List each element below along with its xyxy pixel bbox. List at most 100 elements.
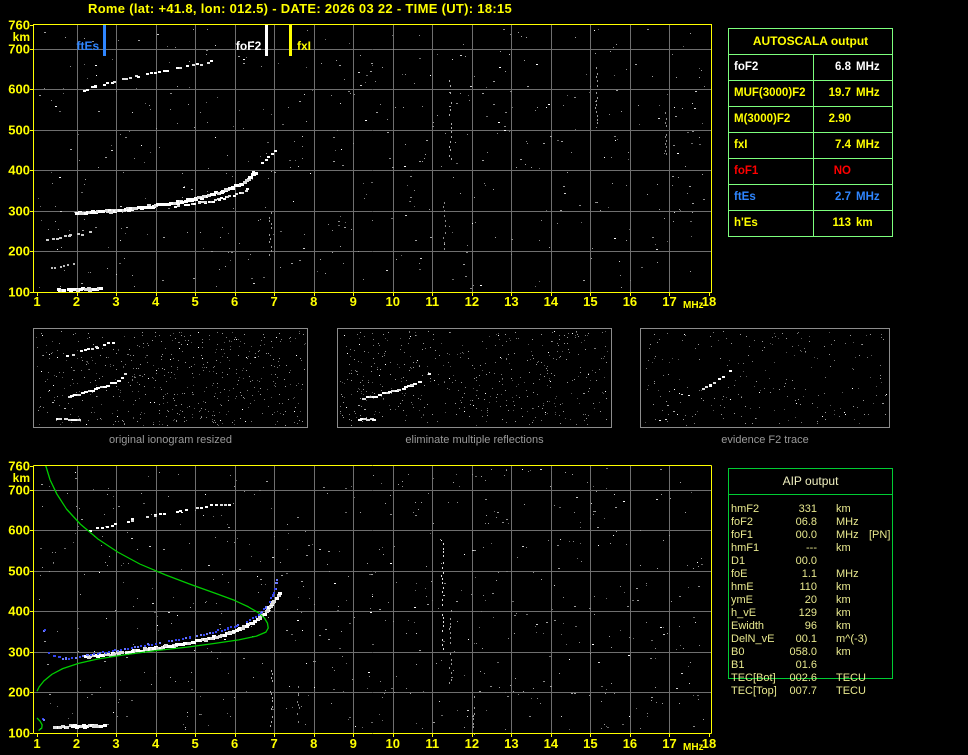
aip-row: hmF1 --- km [731,542,965,555]
x-axis-unit-label: MHz [683,300,704,311]
row-unit: MHz [856,191,880,203]
x-tick-label: 4 [151,736,160,751]
aip-row: TEC[Bot] 002.6 TECU [731,672,965,685]
x-tick-label: 6 [231,294,239,309]
x-tick-label: 16 [622,294,638,309]
row-value-cell: 113 km [814,211,892,236]
row-value: 00.1 [795,633,817,645]
x-tick-label: 9 [349,736,357,751]
processing-panel-2 [337,328,612,428]
x-tick-label: 18 [701,736,717,751]
y-tick-label: 500 [8,122,30,138]
x-tick-label: 13 [504,736,519,751]
x-tick-label: 17 [662,736,677,751]
x-tick-label: 9 [349,294,357,309]
autoscala-screen: Rome (lat: +41.8, lon: 012.5) - DATE: 20… [0,0,968,755]
y-tick-label: 500 [8,563,30,579]
row-unit: km [836,607,851,619]
row-unit: km [836,542,851,554]
row-label: hmF2 [731,503,760,515]
y-tick-label: 200 [8,684,30,700]
row-value: 331 [798,503,817,515]
autoscala-table-header: AUTOSCALA output [729,29,892,55]
x-tick-label: 10 [385,294,400,309]
row-label: Ewidth [731,620,765,632]
row-value: 20 [804,594,817,606]
row-label: h_vE [731,607,757,619]
row-extra: [PN] [869,529,891,541]
row-unit: km [836,581,851,593]
x-tick-label: 13 [504,294,519,309]
row-unit: MHz [836,516,859,528]
row-value: 1.1 [801,568,817,580]
row-unit [856,107,886,132]
x-tick-label: 2 [72,294,81,309]
aip-row: TEC[Top] 007.7 TECU [731,685,965,698]
row-unit: m^(-3) [836,633,868,645]
row-unit: MHz [836,529,859,541]
row-value: 113 [832,217,851,229]
aip-row: h_vE 129 km [731,607,965,620]
row-label: foF1 [731,529,754,541]
row-unit: km [836,620,851,632]
autoscala-output-table: AUTOSCALA output foF2 6.8 MHz MUF(3000)F2 19… [728,28,893,237]
table-row: h'Es 113 km [729,211,892,236]
row-unit: km [836,646,851,658]
x-tick-label: 3 [112,736,120,751]
row-label: foF2 [731,516,754,528]
row-value: 2.7 [835,191,851,203]
x-tick-label: 15 [583,294,598,309]
processing-panel-1 [33,328,308,428]
x-tick-label: 16 [622,736,638,751]
x-tick-label: 14 [543,294,559,309]
x-tick-label: 1 [33,294,41,309]
row-value: 96 [804,620,817,632]
aip-row: B0 058.0 km [731,646,965,659]
row-value-cell: 2.90 [814,107,892,132]
row-value: 06.8 [795,516,817,528]
aip-row: hmE 110 km [731,581,965,594]
processing-panel-3 [640,328,890,428]
row-value: 058.0 [789,646,817,658]
row-value: 007.7 [789,685,817,697]
row-label: foE [731,568,748,580]
x-tick-label: 5 [191,736,199,751]
x-tick-label: 5 [191,294,199,309]
row-value: --- [806,542,817,554]
x-tick-label: 1 [33,736,41,751]
x-tick-label: 8 [310,294,318,309]
marker-label-fxI: fxI [296,39,311,53]
aip-row: Ewidth 96 km [731,620,965,633]
row-unit: km [856,217,873,229]
aip-output-rows: hmF2 331 km foF2 06.8 MHz foF1 00.0 MHz [PN] hmF1 -… [731,503,965,698]
top-ionogram-plot [30,24,714,297]
x-tick-label: 12 [464,736,480,751]
row-value: 110 [799,581,817,593]
row-label: B0 [731,646,745,658]
row-value: 00.0 [795,529,817,541]
aip-table-header: AIP output [729,469,892,495]
x-tick-label: 4 [151,294,160,309]
table-row: foF2 6.8 MHz [729,55,892,81]
y-tick-label: 200 [8,243,30,259]
row-label: TEC[Top] [731,685,777,697]
page-title: Rome (lat: +41.8, lon: 012.5) - DATE: 20… [88,1,513,16]
row-unit: TECU [836,672,866,684]
x-tick-label: 7 [270,294,278,309]
row-label: foF2 [729,55,814,80]
x-axis-unit-label: MHz [683,742,704,753]
row-label: ymE [731,594,753,606]
x-tick-label: 6 [231,736,239,751]
y-tick-label: 300 [8,644,30,660]
row-value: 6.8 [835,61,851,73]
row-label: hmE [731,581,754,593]
row-value: 2.90 [828,113,851,125]
table-row: foF1 NO [729,159,892,185]
row-unit: TECU [836,685,866,697]
panel-caption: original ionogram resized [109,434,232,446]
table-row: ftEs 2.7 MHz [729,185,892,211]
row-unit: MHz [856,139,880,151]
x-tick-label: 10 [385,736,400,751]
table-row: fxI 7.4 MHz [729,133,892,159]
row-value: 19.7 [828,87,851,99]
